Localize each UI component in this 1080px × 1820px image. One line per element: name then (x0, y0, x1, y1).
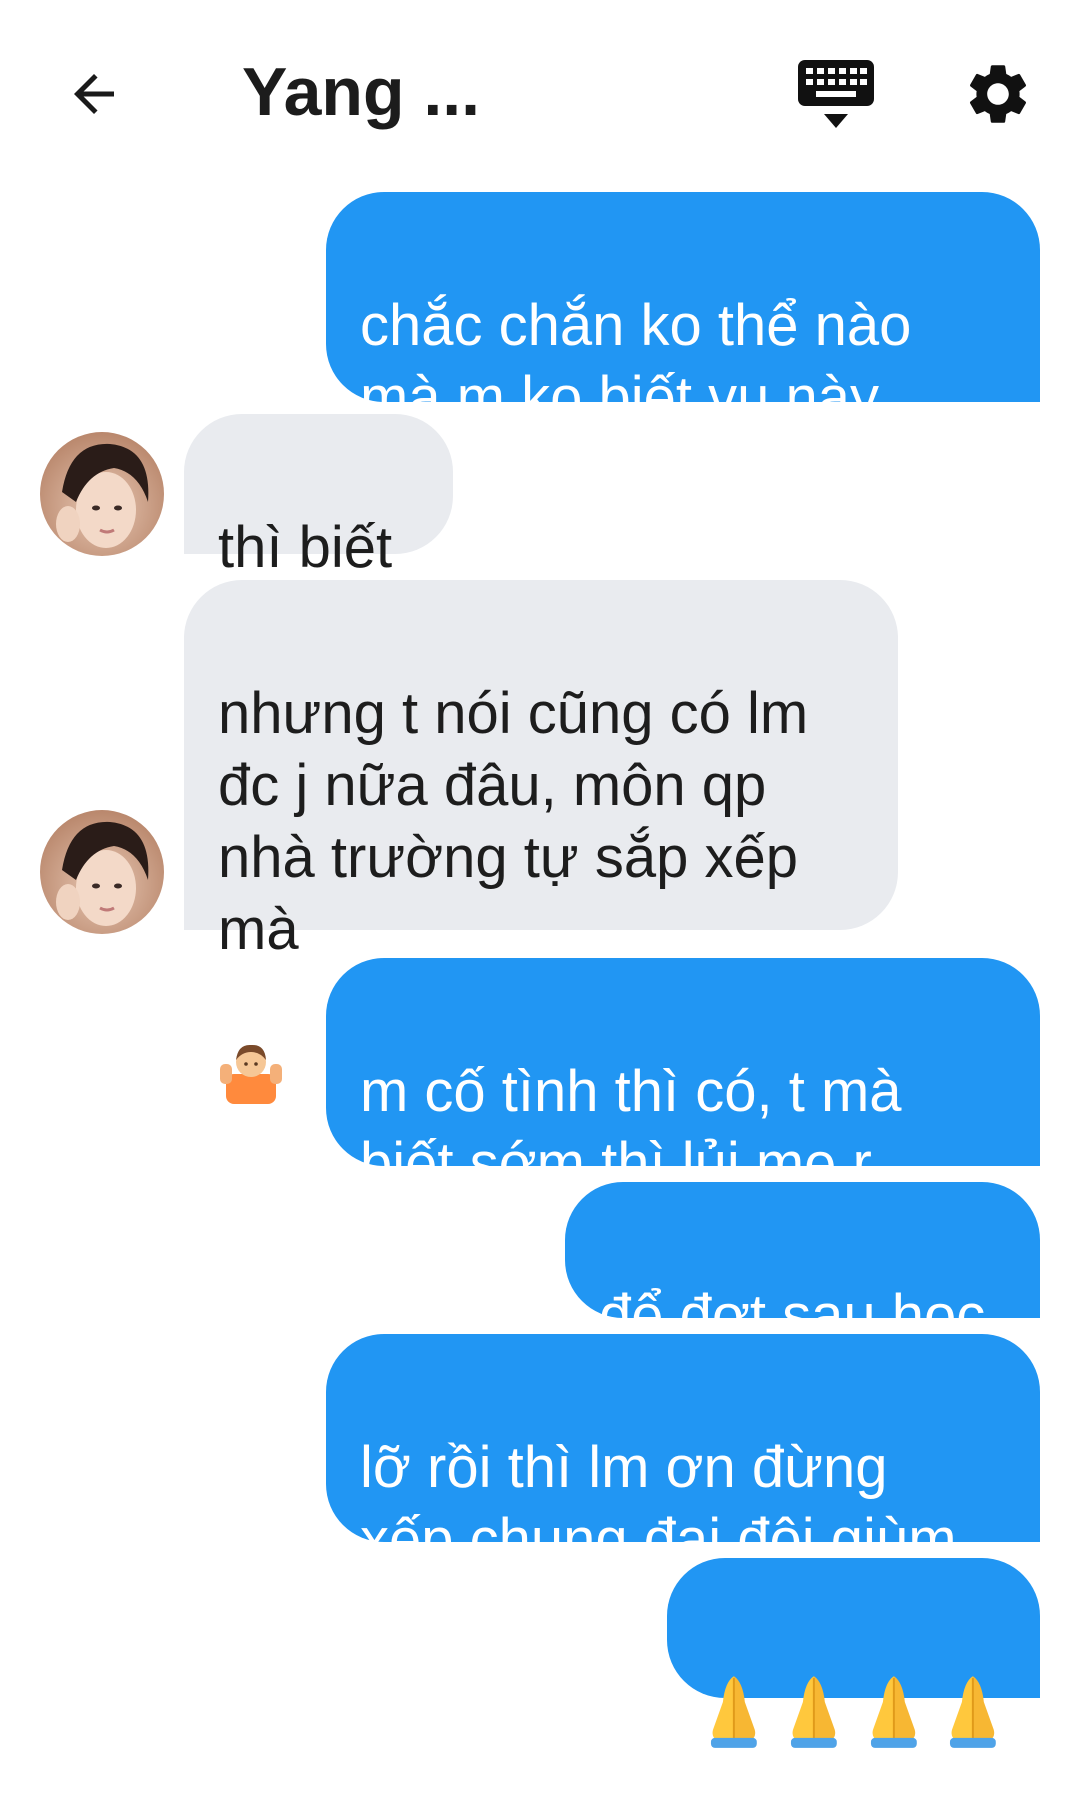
message-text: chắc chắn ko thể nào mà m ko biết vụ này (360, 293, 912, 430)
chat-header: Yang ... (0, 0, 1080, 180)
keyboard-button[interactable] (796, 58, 876, 134)
message-bubble-outgoing[interactable]: để đợt sau học (565, 1182, 1040, 1348)
message-text: m cố tình thì có, t mà biết sớm thì lủi … (360, 1059, 902, 1196)
message-bubble-incoming[interactable]: thì biết (184, 414, 453, 580)
chat-title[interactable]: Yang ... (242, 52, 480, 132)
message-bubble-outgoing[interactable]: chắc chắn ko thể nào mà m ko biết vụ này (326, 192, 1040, 430)
avatar-photo (40, 432, 164, 556)
back-button[interactable] (52, 52, 136, 136)
avatar[interactable] (40, 810, 164, 934)
message-text: lỡ rồi thì lm ơn đừng xếp chung đại đội … (360, 1435, 957, 1572)
avatar-photo (40, 810, 164, 934)
folded-hands-emoji (950, 1676, 997, 1748)
keyboard-icon (798, 60, 874, 128)
person-shrugging-emoji (218, 966, 284, 1104)
message-text: nhưng t nói cũng có lm đc j nữa đâu, môn… (218, 681, 809, 962)
message-bubble-outgoing[interactable]: lỡ rồi thì lm ơn đừng xếp chung đại đội … (326, 1334, 1040, 1572)
message-bubble-outgoing[interactable]: m cố tình thì có, t mà biết sớm thì lủi … (326, 958, 1040, 1196)
settings-button[interactable] (962, 58, 1034, 130)
emoji-row (701, 1652, 1006, 1748)
avatar[interactable] (40, 432, 164, 556)
folded-hands-emoji (790, 1676, 837, 1748)
message-bubble-outgoing[interactable] (667, 1558, 1040, 1748)
folded-hands-emoji (870, 1676, 917, 1748)
arrow-back-icon (74, 74, 114, 114)
gear-icon (969, 65, 1027, 123)
message-text: thì biết (218, 515, 393, 580)
folded-hands-emoji (710, 1676, 757, 1748)
message-bubble-incoming[interactable]: nhưng t nói cũng có lm đc j nữa đâu, môn… (184, 580, 898, 1104)
